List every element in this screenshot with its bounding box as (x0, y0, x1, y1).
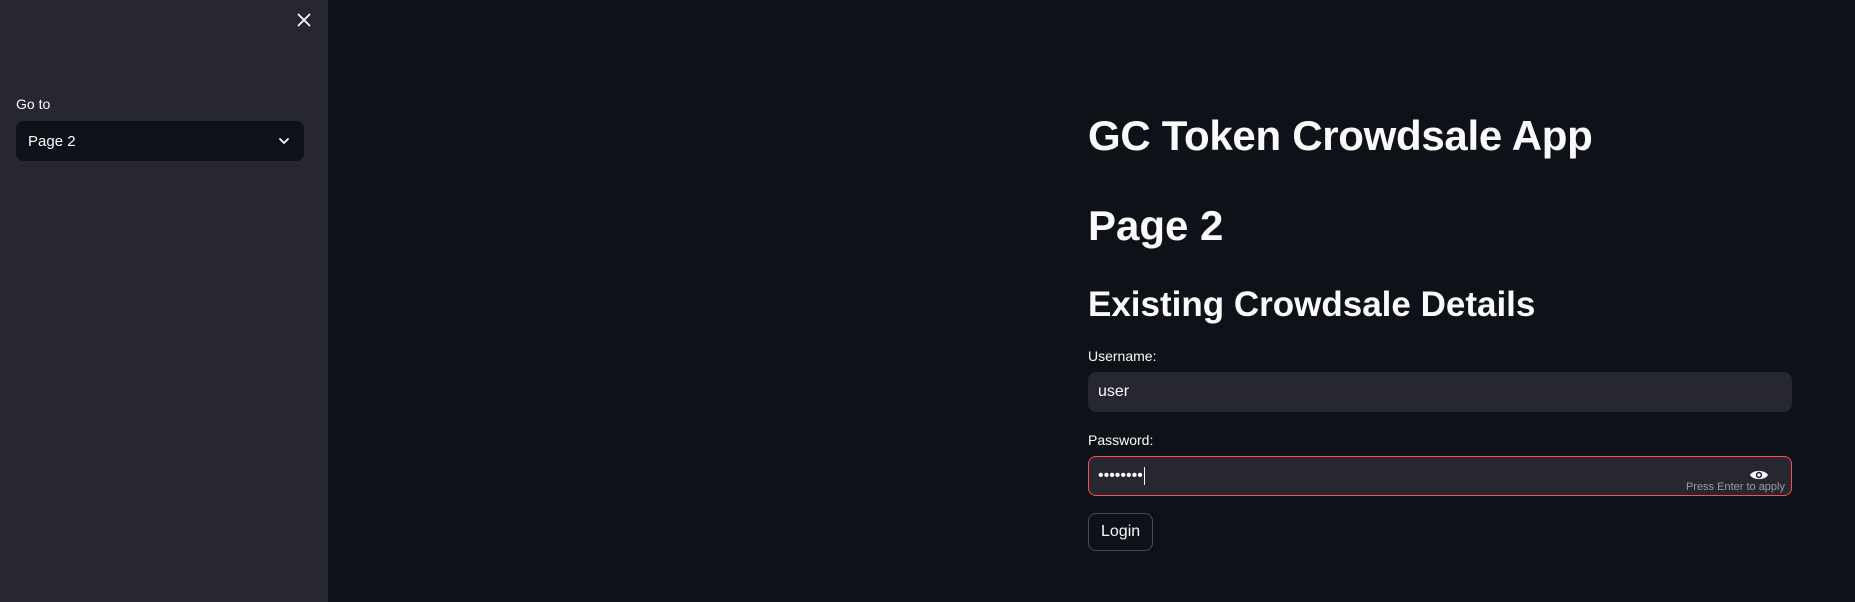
section-title: Existing Crowdsale Details (1088, 285, 1536, 324)
app-root: Go to Page 2 GC Token Crowdsale App Page… (0, 0, 1855, 602)
press-enter-hint: Press Enter to apply (1685, 481, 1785, 493)
main-area: GC Token Crowdsale App Page 2 Existing C… (328, 0, 1855, 602)
page-title: Page 2 (1088, 202, 1224, 249)
eye-icon (1750, 470, 1768, 480)
app-title: GC Token Crowdsale App (1088, 112, 1593, 159)
sidebar: Go to Page 2 (0, 0, 328, 602)
close-icon (297, 13, 311, 27)
page-select[interactable]: Page 2 (16, 121, 304, 161)
password-value: •••••••• (1098, 467, 1143, 484)
username-input[interactable]: user (1088, 372, 1792, 412)
username-value: user (1098, 383, 1130, 400)
chevron-down-icon (276, 133, 292, 149)
nav-select-label: Go to (16, 96, 51, 112)
password-input[interactable]: •••••••• Press Enter to apply (1088, 456, 1792, 496)
close-sidebar-button[interactable] (292, 8, 316, 32)
page-select-value: Page 2 (28, 132, 76, 150)
password-label: Password: (1088, 432, 1154, 448)
login-button[interactable]: Login (1088, 513, 1154, 551)
text-caret (1143, 467, 1145, 485)
username-label: Username: (1088, 348, 1157, 364)
